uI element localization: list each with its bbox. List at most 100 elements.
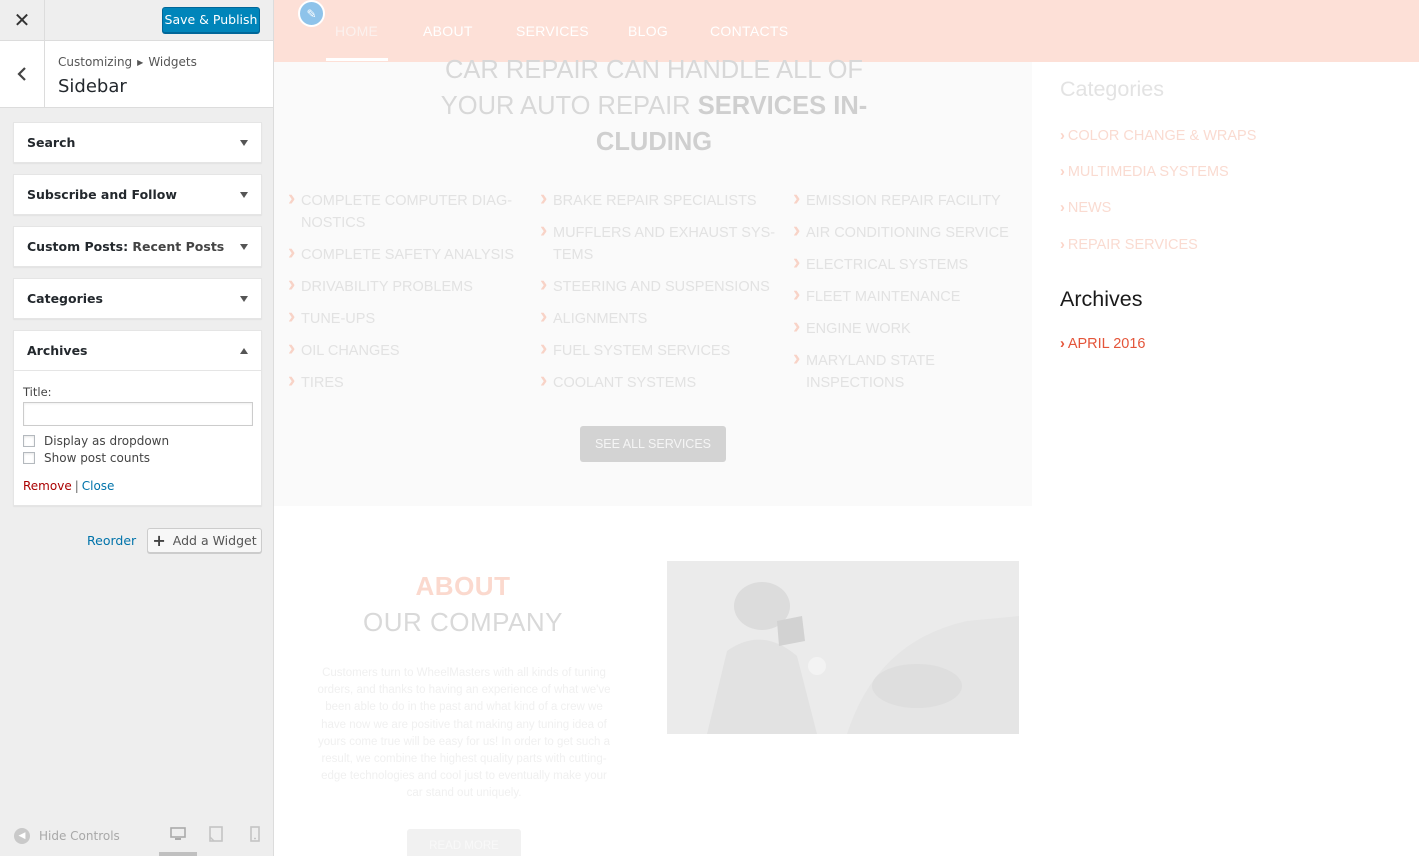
display-dropdown-label[interactable]: Display as dropdown <box>44 434 169 448</box>
nav-services[interactable]: SERVICES <box>516 23 589 39</box>
widget-actions: Remove | Close <box>23 479 252 493</box>
service-item: AIR CONDITIONING SERVICE <box>793 219 1033 244</box>
widget-custom-posts: Custom Posts: Recent Posts <box>13 226 262 267</box>
breadcrumb-root: Customizing <box>58 55 133 69</box>
category-link[interactable]: › COLOR CHANGE & WRAPS <box>1060 128 1256 144</box>
archives-heading: Archives <box>1060 287 1143 311</box>
chevron-right-icon: › <box>1060 200 1065 216</box>
back-button[interactable] <box>0 41 45 107</box>
mobile-preview-icon[interactable] <box>247 826 263 842</box>
widget-header[interactable]: Archives <box>14 331 261 370</box>
widget-header[interactable]: Custom Posts: Recent Posts <box>14 227 261 266</box>
service-item: DRIVABILITY PROBLEMS <box>288 273 528 298</box>
category-link[interactable]: › NEWS <box>1060 200 1111 216</box>
customizer-header: ✕ Save & Publish <box>0 0 273 41</box>
actions-separator: | <box>74 479 79 493</box>
chevron-up-icon[interactable] <box>240 347 248 354</box>
services-heading-line1: CAR REPAIR CAN HANDLE ALL OF <box>444 56 864 84</box>
customizer-footer: ◀ Hide Controls <box>0 816 273 856</box>
categories-heading: Categories <box>1060 77 1164 101</box>
widget-categories: Categories <box>13 278 262 319</box>
tablet-preview-icon[interactable] <box>208 826 224 842</box>
section-title: Sidebar <box>58 76 127 97</box>
read-more-button[interactable]: READ MORE <box>407 829 521 856</box>
display-dropdown-checkbox[interactable] <box>23 435 35 447</box>
widget-title: Categories <box>27 291 103 306</box>
add-widget-button[interactable]: + Add a Widget <box>147 528 262 553</box>
chevron-left-icon <box>17 67 26 81</box>
service-item: COOLANT SYSTEMS <box>540 369 780 394</box>
service-item: OIL CHANGES <box>288 337 528 362</box>
save-publish-button[interactable]: Save & Publish <box>162 7 260 33</box>
post-counts-option: Show post counts <box>23 451 252 465</box>
nav-active-indicator <box>326 58 388 61</box>
desktop-preview-icon[interactable] <box>170 826 186 842</box>
title-field-label: Title: <box>23 385 52 399</box>
service-item: BRAKE REPAIR SPECIALISTS <box>540 187 780 212</box>
active-device-indicator <box>159 852 197 856</box>
plus-icon: + <box>152 531 166 550</box>
category-label: REPAIR SERVICES <box>1067 237 1198 253</box>
post-counts-checkbox[interactable] <box>23 452 35 464</box>
add-widget-label: Add a Widget <box>172 533 257 548</box>
site-preview: ✎ HOME ABOUT SERVICES BLOG CONTACTS CAR … <box>274 0 1419 856</box>
remove-link[interactable]: Remove <box>23 479 72 493</box>
service-item: MARYLAND STATE INSPECTIONS <box>793 347 1033 394</box>
widget-header[interactable]: Categories <box>14 279 261 318</box>
chevron-right-icon: › <box>1060 128 1065 144</box>
service-item: FUEL SYSTEM SERVICES <box>540 337 780 362</box>
about-title: OUR COMPANY <box>362 607 564 637</box>
collapse-arrow-icon: ◀ <box>14 828 30 844</box>
category-link[interactable]: › REPAIR SERVICES <box>1060 237 1198 253</box>
service-item: COMPLETE SAFETY ANALYSIS <box>288 241 528 266</box>
breadcrumb-section: Widgets <box>148 55 197 69</box>
service-item: ENGINE WORK <box>793 315 1033 340</box>
close-icon: ✕ <box>13 10 31 32</box>
service-item: STEERING AND SUSPENSIONS <box>540 273 780 298</box>
nav-blog[interactable]: BLOG <box>628 23 668 39</box>
service-item: TUNE-UPS <box>288 305 528 330</box>
widget-archives: Archives Title: Display as dropdown Show… <box>13 330 262 506</box>
dropdown-option: Display as dropdown <box>23 434 252 448</box>
services-section: CAR REPAIR CAN HANDLE ALL OF YOUR AUTO R… <box>274 56 1033 506</box>
chevron-down-icon[interactable] <box>240 295 248 302</box>
section-title-bar: Customizing ▶ Widgets Sidebar <box>0 41 273 108</box>
photo-placeholder-shapes <box>667 561 1019 734</box>
service-item: COMPLETE COMPUTER DIAG-NOSTICS <box>288 187 528 234</box>
breadcrumb-separator-icon: ▶ <box>137 58 144 67</box>
hide-controls-button[interactable]: ◀ Hide Controls <box>14 828 120 844</box>
title-field[interactable] <box>23 402 253 426</box>
widget-title-sub: Recent Posts <box>132 239 225 254</box>
archive-link[interactable]: › APRIL 2016 <box>1060 336 1146 352</box>
nav-contacts[interactable]: CONTACTS <box>710 23 788 39</box>
chevron-down-icon[interactable] <box>240 191 248 198</box>
chevron-right-icon: › <box>1060 237 1065 253</box>
post-counts-label[interactable]: Show post counts <box>44 451 150 465</box>
widget-header[interactable]: Subscribe and Follow <box>14 175 261 214</box>
archive-label: APRIL 2016 <box>1067 336 1146 352</box>
service-item: EMISSION REPAIR FACILITY <box>793 187 1033 212</box>
services-heading-line2: YOUR AUTO REPAIR <box>440 92 691 120</box>
chevron-right-icon: › <box>1060 336 1065 352</box>
close-customizer-button[interactable]: ✕ <box>0 0 45 41</box>
chevron-down-icon[interactable] <box>240 243 248 250</box>
nav-about[interactable]: ABOUT <box>423 23 473 39</box>
nav-home[interactable]: HOME <box>335 23 378 39</box>
services-column-3: EMISSION REPAIR FACILITY AIR CONDITIONIN… <box>793 187 1033 404</box>
breadcrumb: Customizing ▶ Widgets <box>58 55 197 69</box>
service-item: MUFFLERS AND EXHAUST SYS-TEMS <box>540 219 780 266</box>
category-label: MULTIMEDIA SYSTEMS <box>1067 164 1229 180</box>
close-link[interactable]: Close <box>82 479 115 493</box>
category-link[interactable]: › MULTIMEDIA SYSTEMS <box>1060 164 1229 180</box>
widget-title: Subscribe and Follow <box>27 187 177 202</box>
widget-header[interactable]: Search <box>14 123 261 162</box>
service-item: TIRES <box>288 369 528 394</box>
widget-title: Custom Posts: Recent Posts <box>27 239 225 254</box>
edit-shortcut-pencil-icon[interactable]: ✎ <box>298 0 325 27</box>
chevron-down-icon[interactable] <box>240 139 248 146</box>
see-all-services-button[interactable]: SEE ALL SERVICES <box>580 426 726 462</box>
customizer-panel: ✕ Save & Publish Customizing ▶ Widgets Sid… <box>0 0 274 856</box>
category-label: COLOR CHANGE & WRAPS <box>1067 128 1257 144</box>
services-heading: CAR REPAIR CAN HANDLE ALL OF YOUR AUTO R… <box>424 52 884 160</box>
reorder-link[interactable]: Reorder <box>87 533 136 548</box>
